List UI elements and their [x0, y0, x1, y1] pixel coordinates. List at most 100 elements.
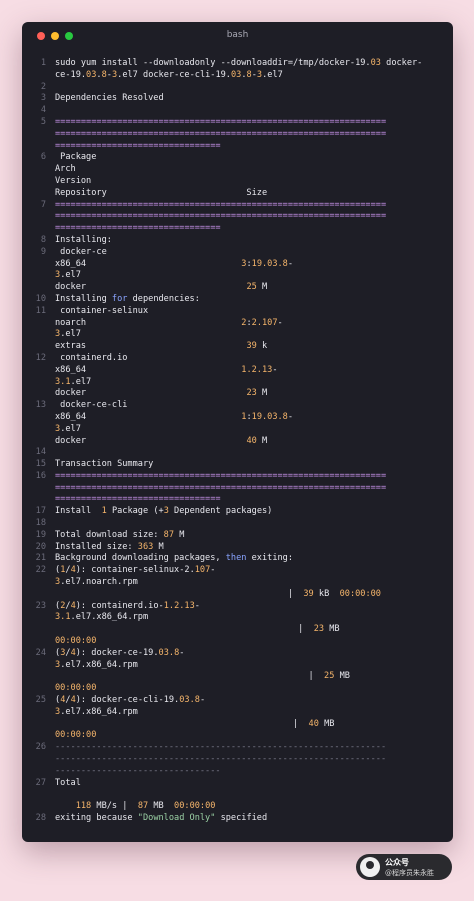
terminal-line: 00:00:00 [22, 636, 453, 648]
terminal-line: ce-19.03.8-3.el7 docker-ce-cli-19.03.8-3… [22, 70, 453, 82]
text-segment: | [55, 718, 309, 729]
terminal-line: | 40 MB [22, 719, 453, 731]
terminal-line: 3.1.el7 [22, 377, 453, 389]
terminal-line: x86_64 1:19.03.8- [22, 412, 453, 424]
terminal-line: 21 Background downloading packages, then … [22, 553, 453, 565]
terminal-line: 28 exiting because "Download Only" specif… [22, 813, 453, 825]
terminal-line: 25 (4/4): docker-ce-cli-19.03.8- [22, 695, 453, 707]
window-title: bash [226, 30, 249, 40]
line-text: Repository Size [55, 188, 267, 200]
terminal-line: 5 =======================================… [22, 117, 453, 129]
line-number: 23 [35, 600, 46, 611]
text-segment: x86_64 [55, 411, 242, 422]
text-segment: ): container-selinux-2. [75, 565, 195, 576]
text-segment: for [111, 293, 128, 304]
text-segment: docker [55, 435, 247, 446]
text-segment: .el7 [60, 329, 81, 340]
text-segment: ): docker-ce-cli-19. [75, 695, 180, 706]
line-text: Installing: [55, 235, 112, 247]
line-text: 3.1.el7.x86_64.rpm [55, 612, 148, 624]
line-text: Transaction Summary [55, 459, 153, 471]
text-segment: | [55, 624, 314, 635]
text-segment: ): docker-ce-19. [75, 647, 159, 658]
line-text: docker 23 M [55, 388, 267, 400]
text-segment: - [194, 600, 200, 611]
line-text: docker-ce [55, 247, 107, 259]
line-text: ----------------------------------------… [55, 754, 386, 766]
text-segment: .el7.x86_64.rpm [70, 612, 149, 623]
terminal-line: 4 [22, 105, 453, 117]
line-text: 3.el7.x86_64.rpm [55, 660, 138, 672]
text-segment: .el7 [60, 423, 81, 434]
text-segment: ========================================… [55, 116, 387, 127]
line-number: 25 [35, 695, 46, 706]
terminal-line: ========================================… [22, 129, 453, 141]
text-segment: docker-ce [55, 246, 107, 257]
line-number: 2 [40, 81, 46, 92]
line-number: 6 [40, 152, 46, 163]
line-text: ========================================… [55, 211, 386, 223]
line-number: 14 [35, 447, 46, 458]
text-segment: Version [55, 175, 92, 186]
text-segment: .el7.x86_64.rpm [60, 659, 138, 670]
text-segment: Dependent packages) [168, 506, 273, 517]
line-text: Total [55, 778, 81, 790]
terminal-line: 3.el7.noarch.rpm [22, 577, 453, 589]
text-segment: 03.8 [179, 695, 200, 706]
text-segment: dependencies: [127, 293, 200, 304]
line-number: 11 [35, 305, 46, 316]
line-text: exiting because "Download Only" specifie… [55, 813, 267, 825]
line-number: 3 [40, 93, 46, 104]
line-text: (4/4): docker-ce-cli-19.03.8- [55, 695, 205, 707]
terminal-line: 3.el7 [22, 329, 453, 341]
text-segment: M [153, 541, 164, 552]
text-segment: | [55, 588, 304, 599]
terminal-line: x86_64 3:19.03.8- [22, 259, 453, 271]
line-text: ========================================… [55, 471, 386, 483]
line-number: 28 [35, 813, 46, 823]
terminal-line: 3.1.el7.x86_64.rpm [22, 612, 453, 624]
text-segment: then [225, 553, 247, 564]
terminal-line: 22 (1/4): container-selinux-2.107- [22, 565, 453, 577]
text-segment: .el7 [262, 69, 283, 80]
text-segment: Package (+ [106, 506, 164, 517]
text-segment: 23 [246, 388, 257, 399]
terminal-line: 7 =======================================… [22, 200, 453, 212]
text-segment: 363 [137, 541, 154, 552]
terminal-output[interactable]: 1 sudo yum install --downloadonly --downl… [22, 58, 453, 825]
line-text: -------------------------------- [55, 766, 221, 778]
line-text: (1/4): container-selinux-2.107- [55, 565, 215, 577]
text-segment: exiting: [246, 553, 294, 564]
line-text: 3.el7 [55, 424, 81, 436]
line-text: 00:00:00 [55, 683, 96, 695]
text-segment: Total [55, 777, 81, 788]
line-text: x86_64 3:19.03.8- [55, 259, 293, 271]
terminal-line: | 23 MB [22, 624, 453, 636]
text-segment: 107 [194, 565, 211, 576]
line-number: 1 [40, 58, 46, 68]
text-segment: .el7 [60, 270, 81, 281]
text-segment: extras [55, 341, 247, 352]
line-text: sudo yum install --downloadonly --downlo… [55, 58, 422, 70]
terminal-line: 3.el7.x86_64.rpm [22, 707, 453, 719]
terminal-line: 20 Installed size: 363 M [22, 542, 453, 554]
text-segment: sudo yum install --downloadonly --downlo… [55, 58, 371, 68]
text-segment: M [256, 282, 268, 293]
terminal-line: ================================ [22, 141, 453, 153]
text-segment: Installing: [55, 234, 112, 245]
line-text: x86_64 1.2.13- [55, 365, 278, 377]
line-text: Install 1 Package (+3 Dependent packages… [55, 506, 272, 518]
terminal-line: 118 MB/s | 87 MB 00:00:00 [22, 801, 453, 813]
text-segment: 23 [313, 624, 325, 635]
text-segment: - [210, 565, 216, 576]
text-segment: noarch [55, 317, 242, 328]
text-segment: ----------------------------------------… [55, 754, 387, 765]
line-text: ========================================… [55, 117, 386, 129]
line-number: 7 [40, 199, 46, 210]
terminal-window: bash 1 sudo yum install --downloadonly --… [22, 22, 453, 842]
terminal-line: 2 [22, 82, 453, 94]
line-number: 12 [35, 352, 46, 363]
line-text: 00:00:00 [55, 730, 96, 742]
terminal-line: | 39 kB 00:00:00 [22, 589, 453, 601]
line-text: container-selinux [55, 306, 148, 318]
